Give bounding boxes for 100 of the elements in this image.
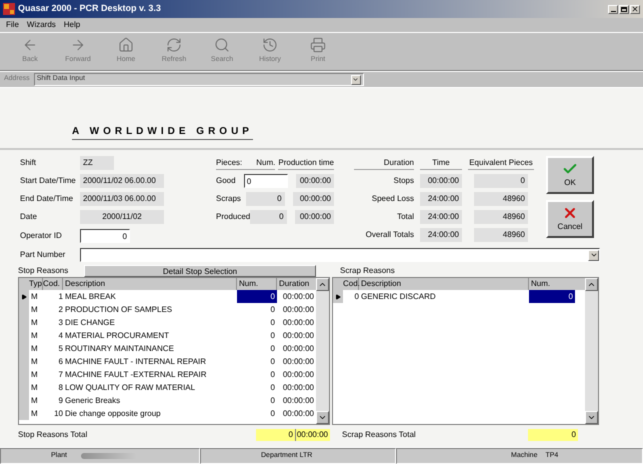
operator-id-field[interactable]: 0 [80,229,130,243]
table-cell-text: M [30,356,39,368]
table-cell: 0 [529,290,575,303]
column-header: Duration [278,278,310,290]
table-cell-text: 9 [58,394,63,406]
table-cell-text: M [30,304,39,316]
table-cell-text: M [30,342,39,354]
menu-item[interactable]: Wizards [26,19,56,31]
clock-icon [262,37,278,54]
table-cell-text: ROUTINARY MAINTAINANCE [64,342,175,354]
table-cell-text: 0 [270,304,276,316]
part-number-field[interactable] [80,248,600,262]
column-header: Production time [278,156,334,170]
row-selector[interactable] [333,290,343,303]
field-value: 00:00:00 [292,192,334,206]
total-value: 00:00:00 [296,429,330,441]
table-cell-text: 8 [58,382,63,394]
table-cell-text: MEAL BREAK [64,290,117,302]
field-label: Stops [392,175,414,187]
section-label: Stop Reasons [18,265,70,277]
field-label: Scraps [216,193,242,205]
table-cell-text: 3 [58,316,63,328]
row-pointer-icon [21,294,27,300]
table-cell: 0 [237,290,277,303]
maximize-button[interactable] [619,4,629,14]
total-label: Scrap Reasons Total [341,429,417,441]
table-cell-text: M [30,394,39,406]
column-header: Cod. [43,278,63,290]
table-cell-text: 00:00:00 [282,304,315,316]
banner-text: A WORLDWIDE GROUP [72,124,253,140]
table-cell-text: 0 [354,290,359,302]
table-cell-text: M [30,368,39,380]
field-value: 2000/11/02 06.00.00 [80,174,164,188]
stop-reasons-scrollbar[interactable] [316,278,329,424]
column-header: Num. [246,156,276,170]
total-value: 0 [256,429,296,441]
close-button[interactable] [630,4,640,14]
column-header: Pieces: [216,156,246,170]
printer-icon [310,37,326,54]
scroll-up-button[interactable] [585,278,598,291]
field-label: End Date/Time [20,193,74,205]
field-value: ZZ [80,156,114,170]
row-pointer-icon [335,294,341,300]
table-cell-text: 00:00:00 [282,368,315,380]
scroll-down-button[interactable] [316,411,329,424]
field-value: 00:00:00 [296,174,334,188]
field-label: Date [20,211,38,223]
table-cell-text: 2 [58,304,63,316]
field-value: 48960 [474,228,528,242]
section-label: Scrap Reasons [339,265,395,277]
table-cell-text: 0 [270,382,276,394]
field-value: 0 [250,210,287,224]
table-cell-text: 00:00:00 [282,356,315,368]
table-cell-text: MATERIAL PROCURAMENT [64,330,170,342]
table-cell-text: M [30,408,39,420]
scroll-up-button[interactable] [316,278,329,291]
table-cell-text: 1 [58,290,63,302]
table-cell-text: 00:00:00 [282,330,315,342]
column-header: Description [63,278,237,290]
menu-item[interactable]: Help [64,19,80,31]
table-cell-text: 00:00:00 [282,342,315,354]
field-label: Overall Totals [364,229,414,241]
table-cell-text: M [30,316,39,328]
detail-stop-selection-button[interactable]: Detail Stop Selection [84,265,316,277]
search-icon [214,37,230,54]
table-cell-text: 6 [58,356,63,368]
column-header: Cod. [343,278,359,290]
table-cell-text: 0 [270,316,276,328]
house-icon [118,37,134,54]
scrap-reasons-scrollbar[interactable] [585,278,598,424]
total-value: 0 [528,429,578,441]
ok-button[interactable]: OK [546,156,594,194]
good-pieces-field[interactable]: 0 [244,174,288,188]
dropdown-button[interactable] [350,74,361,84]
table-cell-text: GENERIC DISCARD [360,290,437,302]
minimize-button[interactable] [608,4,618,14]
field-value: 00:00:00 [294,210,334,224]
cancel-button[interactable]: Cancel [546,200,594,238]
table-cell-text: PRODUCTION OF SAMPLES [64,304,174,316]
field-value: 0 [474,174,528,188]
table-cell-text: 00:00:00 [282,290,315,302]
table-cell-text: 0 [270,408,276,420]
field-value: 00:00:00 [420,174,462,188]
field-label: Operator ID [20,230,63,242]
cross-icon [562,205,578,221]
field-value: 24:00:00 [420,192,462,206]
scroll-down-button[interactable] [585,411,598,424]
column-header: Equivalent Pieces [468,156,534,170]
table-cell-text: M [30,330,39,342]
table-cell-text: MACHINE FAULT - INTERNAL REPAIR [64,356,208,368]
field-label: Total [396,211,414,223]
field-label: Start Date/Time [20,175,77,187]
dropdown-button[interactable] [588,250,599,260]
table-cell-text: 00:00:00 [282,408,315,420]
table-cell-text: LOW QUALITY OF RAW MATERIAL [64,382,196,394]
field-label: Speed Loss [370,193,414,205]
field-value: 0 [246,192,285,206]
table-cell-text: 4 [58,330,63,342]
menu-item[interactable]: File [6,19,19,31]
table-cell-text: 0 [270,368,276,380]
